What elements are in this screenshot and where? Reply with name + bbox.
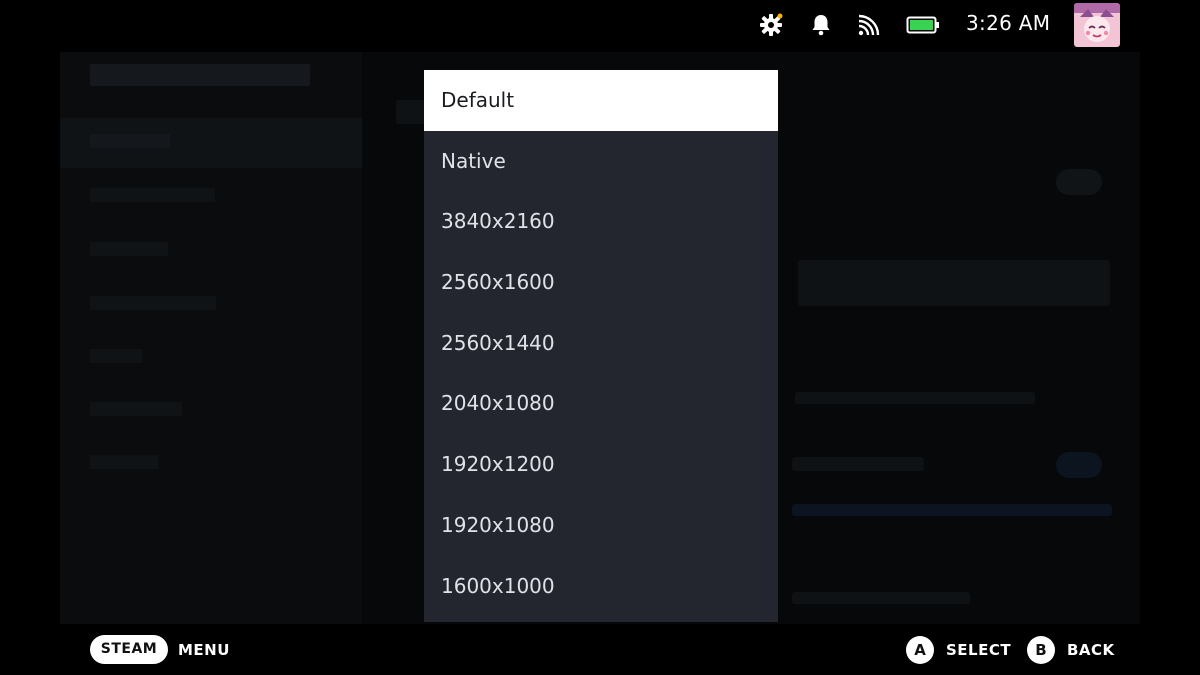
back-label: BACK <box>1067 641 1115 659</box>
steam-button[interactable]: STEAM <box>90 635 168 664</box>
dropdown-option[interactable]: 3840x2160 <box>424 191 778 252</box>
dropdown-option[interactable]: Native <box>424 131 778 192</box>
sidebar-item-placeholder <box>90 455 158 469</box>
clock: 3:26 AM <box>966 11 1051 35</box>
dropdown-option[interactable]: 1600x1000 <box>424 556 778 617</box>
background-sidebar <box>60 52 362 624</box>
user-avatar[interactable] <box>1074 3 1120 47</box>
footer-button-bar: STEAM MENU A SELECT B BACK <box>0 624 1200 675</box>
resolution-dropdown-list[interactable]: Default Native 3840x2160 2560x1600 2560x… <box>424 70 778 622</box>
wireless-signal-icon[interactable] <box>856 12 882 38</box>
sidebar-item-placeholder <box>90 134 170 148</box>
settings-gear-icon[interactable] <box>758 12 784 38</box>
sidebar-item-placeholder <box>90 349 142 363</box>
dropdown-option[interactable]: 2040x1080 <box>424 373 778 434</box>
dropdown-option[interactable]: 2560x1440 <box>424 313 778 374</box>
dropdown-option[interactable]: 1920x1200 <box>424 434 778 495</box>
menu-label: MENU <box>178 641 230 659</box>
dropdown-option[interactable]: 2560x1600 <box>424 252 778 313</box>
sidebar-item-placeholder <box>90 242 168 256</box>
background-toggle <box>1056 169 1102 195</box>
text-placeholder <box>792 592 970 604</box>
text-placeholder <box>795 392 1035 404</box>
a-button-icon[interactable]: A <box>906 636 934 664</box>
sidebar-title-placeholder <box>90 64 310 86</box>
notification-bell-icon[interactable] <box>808 12 834 38</box>
b-button-icon[interactable]: B <box>1027 636 1055 664</box>
sidebar-item-placeholder <box>90 296 216 310</box>
select-label: SELECT <box>946 641 1012 659</box>
background-toggle <box>1056 452 1102 478</box>
sidebar-item-placeholder <box>90 188 215 202</box>
battery-icon[interactable] <box>906 12 940 38</box>
dropdown-option-selected[interactable]: Default <box>424 70 778 131</box>
link-placeholder <box>792 504 1112 516</box>
sidebar-item-placeholder <box>90 402 182 416</box>
background-select-box <box>798 260 1110 306</box>
dropdown-option[interactable]: 1920x1080 <box>424 495 778 556</box>
status-bar: 3:26 AM <box>0 0 1200 50</box>
text-placeholder <box>792 457 924 471</box>
